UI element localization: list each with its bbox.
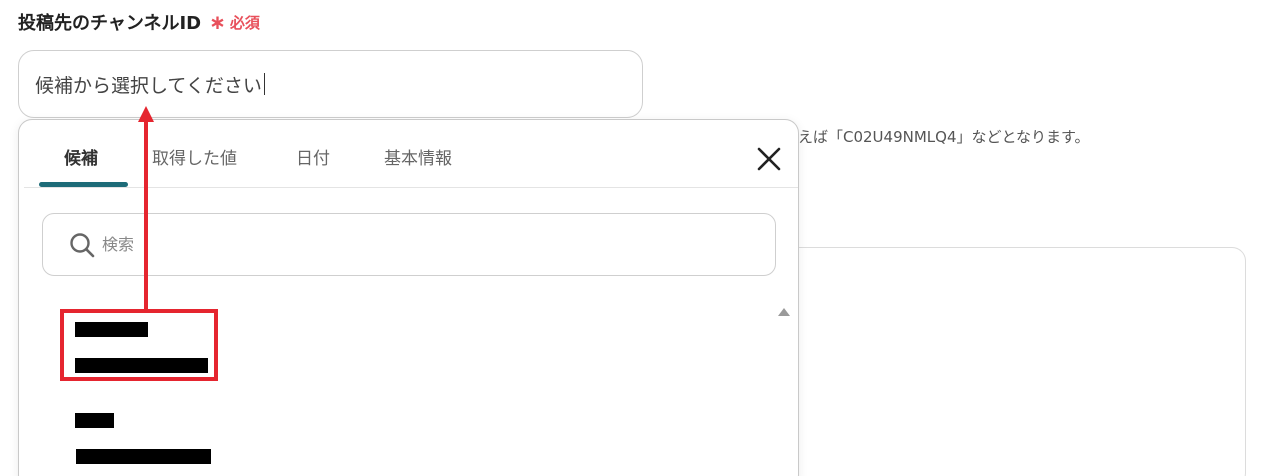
search-input[interactable] (102, 235, 702, 254)
background-field-box (780, 247, 1246, 476)
field-label: 投稿先のチャンネルID ∗ 必須 (18, 9, 260, 35)
scroll-up-arrow-icon[interactable] (778, 308, 790, 316)
close-icon[interactable] (756, 146, 782, 172)
required-text: 必須 (229, 13, 260, 32)
redacted-id (76, 449, 211, 464)
popover-tabs: 候補 取得した値 日付 基本情報 (24, 120, 798, 188)
redacted-name (75, 413, 114, 428)
annotation-highlight-box (60, 309, 218, 381)
tab-basic-info[interactable]: 基本情報 (384, 144, 452, 169)
search-icon (70, 232, 95, 257)
tab-candidates[interactable]: 候補 (64, 144, 98, 169)
required-star: ∗ (209, 10, 226, 34)
text-caret (263, 73, 265, 95)
annotation-arrow-line (144, 120, 148, 310)
candidate-popover: 候補 取得した値 日付 基本情報 (18, 119, 799, 476)
tab-date[interactable]: 日付 (296, 144, 330, 169)
channel-id-input[interactable]: 候補から選択してください (18, 50, 643, 118)
channel-id-input-value: 候補から選択してください (35, 74, 262, 97)
field-hint: えば「C02U49NMLQ4」などとなります。 (798, 128, 1090, 146)
search-box[interactable] (42, 213, 776, 276)
form-root: 投稿先のチャンネルID ∗ 必須 候補から選択してください えば「C02U49N… (0, 0, 1262, 476)
tab-acquired-values[interactable]: 取得した値 (152, 144, 237, 169)
annotation-arrow-head-icon (138, 106, 154, 122)
field-label-text: 投稿先のチャンネルID (18, 13, 202, 34)
active-tab-indicator (39, 182, 128, 187)
list-item[interactable] (75, 402, 235, 464)
